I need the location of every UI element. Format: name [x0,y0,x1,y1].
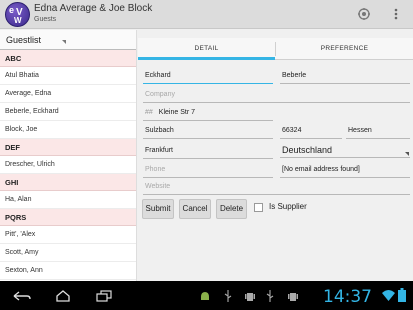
app-subtitle: Guests [34,16,57,23]
overflow-menu-icon[interactable] [389,7,403,21]
list-item[interactable]: Beberle, Eckhard [0,103,136,121]
spinner-caret-icon [62,40,66,44]
first-name-field[interactable]: Eckhard [143,70,273,84]
usb-storage-icon [266,290,274,302]
list-section-header: ABC [0,50,136,67]
android-icon [201,292,209,300]
settings-ring-icon[interactable] [357,7,371,21]
list-item[interactable]: Ha, Alan [0,191,136,209]
city-field[interactable]: Sulzbach [143,125,273,139]
street-value: Kleine Str 7 [158,109,195,116]
bug-icon [288,293,298,301]
supplier-checkbox[interactable] [254,203,263,212]
list-section-header: DEF [0,139,136,156]
tab-preference[interactable]: PREFERENCE [276,38,413,60]
action-bar: e V W Edna Average & Joe Block Guests [0,0,413,29]
website-field[interactable]: Website [143,181,410,195]
list-item[interactable]: Sexton, Ann [0,262,136,280]
last-name-field[interactable]: Beberle [280,70,410,84]
state-field[interactable]: Hessen [346,125,410,139]
clock[interactable]: 14:37 [323,287,372,307]
list-item[interactable]: Pitt', 'Alex [0,226,136,244]
email-field[interactable]: [No email address found] [280,164,410,178]
tab-bar: DETAIL PREFERENCE [138,38,413,60]
list-item[interactable]: Drescher, Ulrich [0,156,136,174]
address-field[interactable]: ## Kleine Str 7 [143,107,273,121]
district-field[interactable]: Frankfurt [143,145,273,159]
detail-panel: DETAIL PREFERENCE Eckhard Beberle Compan… [138,30,413,281]
submit-button[interactable]: Submit [142,199,174,219]
guestlist-spinner[interactable]: Guestlist [0,30,136,50]
house-number-placeholder: ## [145,109,153,116]
country-value: Deutschland [282,145,333,155]
list-item[interactable]: Block, Joe [0,121,136,139]
list-section-header: GHI [0,174,136,191]
list-item[interactable]: Average, Edna [0,85,136,103]
app-title: Edna Average & Joe Block [34,3,153,14]
guestlist-panel: Guestlist ABC Atul Bhatia Average, Edna Beb… [0,30,137,281]
country-select[interactable]: Deutschland [280,144,410,158]
country-caret-icon [405,152,409,156]
zip-field[interactable]: 66324 [280,125,342,139]
guestlist-spinner-label: Guestlist [6,35,42,45]
android-debug-icon [245,293,255,301]
list-item[interactable]: Scott, Amy [0,244,136,262]
system-navigation-bar: 14:37 [0,281,413,310]
delete-button[interactable]: Delete [216,199,247,219]
recent-apps-icon[interactable] [96,290,112,302]
list-section-header: PQRS [0,209,136,226]
supplier-label: Is Supplier [269,202,307,211]
tab-detail[interactable]: DETAIL [138,38,275,60]
battery-icon [398,288,406,302]
app-logo-icon[interactable]: e V W [5,2,30,27]
cancel-button[interactable]: Cancel [179,199,211,219]
home-icon[interactable] [55,290,71,302]
wifi-icon [382,290,395,301]
back-icon[interactable] [12,291,32,301]
guest-list: ABC Atul Bhatia Average, Edna Beberle, Eckh… [0,50,136,280]
usb-icon [224,290,232,302]
list-item[interactable]: Atul Bhatia [0,67,136,85]
phone-field[interactable]: Phone [143,164,273,178]
company-field[interactable]: Company [143,89,410,103]
